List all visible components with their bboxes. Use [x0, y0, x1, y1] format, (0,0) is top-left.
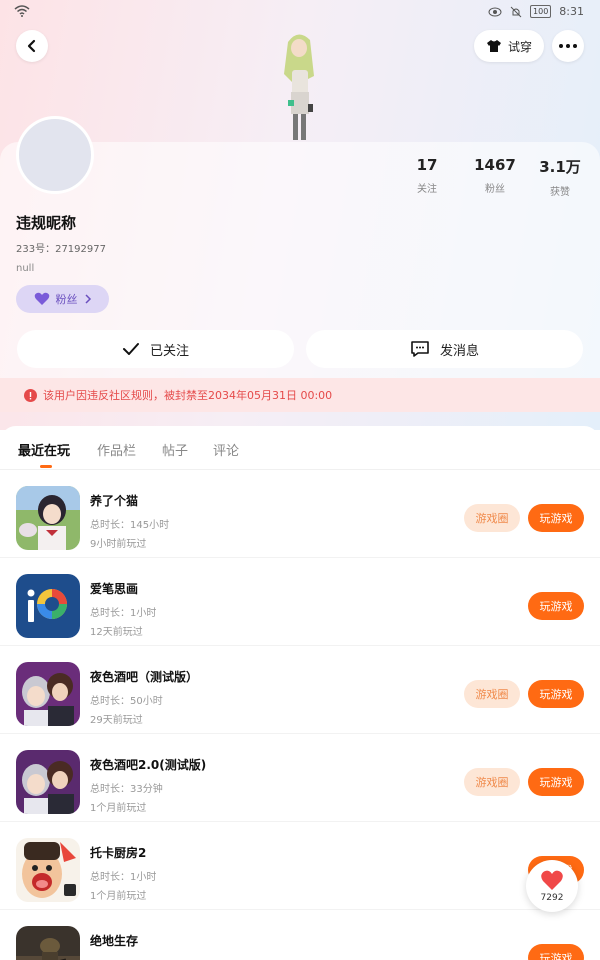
game-total-time: 总时长：1小时 — [90, 872, 157, 883]
fan-badge-button[interactable]: 粉丝 — [16, 285, 109, 313]
try-on-label: 试穿 — [507, 39, 532, 54]
game-total-time: 总时长：50小时 — [90, 696, 163, 707]
avatar-character-figure — [284, 34, 314, 140]
eye-icon — [488, 7, 502, 16]
tab-comments[interactable]: 评论 — [213, 440, 239, 459]
play-game-button[interactable]: 玩游戏 — [528, 504, 584, 532]
likes-label: 获赞 — [550, 187, 570, 198]
heart-icon — [34, 292, 49, 305]
send-message-button[interactable]: 发消息 — [306, 330, 583, 368]
chevron-left-icon — [27, 39, 36, 53]
more-dots-icon — [559, 44, 577, 48]
game-last-played: 9小时前玩过 — [90, 539, 147, 550]
game-row[interactable]: 爱笔思画 总时长：1小时 12天前玩过 玩游戏 — [0, 558, 600, 646]
user-id: 233号：27192977 — [16, 244, 106, 255]
status-bar: 100 8:31 — [0, 0, 600, 26]
game-title: 爱笔思画 — [90, 582, 139, 596]
tab-indicator — [40, 465, 52, 468]
fans-count: 1467 — [474, 156, 516, 174]
game-last-played: 1个月前玩过 — [90, 803, 147, 814]
likes-count: 3.1万 — [539, 158, 581, 176]
tab-recently-played[interactable]: 最近在玩 — [18, 440, 70, 459]
following-count: 17 — [416, 156, 438, 174]
game-total-time: 总时长：33分钟 — [90, 784, 163, 795]
chevron-right-icon — [84, 294, 91, 304]
game-row[interactable]: 夜色酒吧2.0(测试版) 总时长：33分钟 1个月前玩过 游戏圈 玩游戏 — [0, 734, 600, 822]
wifi-icon — [14, 5, 30, 17]
game-row[interactable]: 托卡厨房2 总时长：1小时 1个月前玩过 玩游戏 — [0, 822, 600, 910]
game-last-played: 29天前玩过 — [90, 715, 143, 726]
content-panel: 最近在玩 作品栏 帖子 评论 养了个猫 总时长：145小时 9小时前玩过 游戏圈… — [0, 426, 600, 960]
game-total-time: 总时长：145小时 — [90, 520, 170, 531]
play-game-button[interactable]: 玩游戏 — [528, 592, 584, 620]
avatar[interactable] — [16, 116, 94, 194]
game-circle-button[interactable]: 游戏圈 — [464, 680, 520, 708]
game-total-time: 总时长：1小时 — [90, 608, 157, 619]
stat-fans[interactable]: 1467 粉丝 — [465, 156, 525, 195]
play-game-button[interactable]: 玩游戏 — [528, 680, 584, 708]
stat-following[interactable]: 17 关注 — [397, 156, 457, 195]
game-title: 托卡厨房2 — [90, 846, 147, 860]
night-bar-game-icon — [16, 662, 80, 726]
battery-icon: 100 — [530, 5, 552, 18]
game-title: 夜色酒吧（测试版） — [90, 670, 199, 684]
tshirt-icon — [486, 40, 501, 52]
game-row[interactable]: 绝地生存 玩游戏 — [0, 910, 600, 960]
game-title: 养了个猫 — [90, 494, 139, 508]
heart-icon — [541, 870, 563, 890]
like-floating-button[interactable]: 7292 — [526, 860, 578, 912]
more-button[interactable] — [552, 30, 584, 62]
game-circle-button[interactable]: 游戏圈 — [464, 768, 520, 796]
ban-notice-bar: 该用户因违反社区规则，被封禁至2034年05月31日 00:00 — [0, 378, 600, 412]
fan-badge-label: 粉丝 — [55, 293, 78, 306]
fans-label: 粉丝 — [485, 184, 505, 195]
game-last-played: 1个月前玩过 — [90, 891, 147, 902]
survival-game-icon — [16, 926, 80, 960]
play-game-button[interactable]: 玩游戏 — [528, 768, 584, 796]
bio: null — [16, 263, 35, 274]
tab-bar: 最近在玩 作品栏 帖子 评论 — [0, 426, 600, 470]
follow-label: 已关注 — [149, 343, 189, 359]
game-circle-button[interactable]: 游戏圈 — [464, 504, 520, 532]
nickname: 违规昵称 — [16, 214, 77, 232]
ibis-paint-icon — [16, 574, 80, 638]
stat-likes[interactable]: 3.1万 获赞 — [530, 156, 590, 198]
chat-bubble-icon — [411, 341, 429, 357]
game-row[interactable]: 养了个猫 总时长：145小时 9小时前玩过 游戏圈 玩游戏 — [0, 470, 600, 558]
ban-notice-text: 该用户因违反社区规则，被封禁至2034年05月31日 00:00 — [43, 389, 333, 402]
check-icon — [122, 343, 139, 355]
clock: 8:31 — [559, 5, 584, 18]
toca-kitchen-icon — [16, 838, 80, 902]
tab-works[interactable]: 作品栏 — [97, 440, 136, 459]
game-row[interactable]: 夜色酒吧（测试版） 总时长：50小时 29天前玩过 游戏圈 玩游戏 — [0, 646, 600, 734]
mute-bell-icon — [510, 6, 522, 17]
anime-girl-game-icon — [16, 486, 80, 550]
play-game-button[interactable]: 玩游戏 — [528, 944, 584, 960]
follow-button[interactable]: 已关注 — [17, 330, 294, 368]
tab-posts[interactable]: 帖子 — [162, 440, 188, 459]
back-button[interactable] — [16, 30, 48, 62]
game-title: 绝地生存 — [90, 934, 139, 948]
game-title: 夜色酒吧2.0(测试版) — [90, 758, 207, 772]
try-on-button[interactable]: 试穿 — [474, 30, 544, 62]
warning-icon — [24, 388, 37, 402]
following-label: 关注 — [417, 184, 437, 195]
game-last-played: 12天前玩过 — [90, 627, 143, 638]
like-count: 7292 — [540, 893, 564, 903]
night-bar-2-game-icon — [16, 750, 80, 814]
message-label: 发消息 — [439, 343, 479, 359]
